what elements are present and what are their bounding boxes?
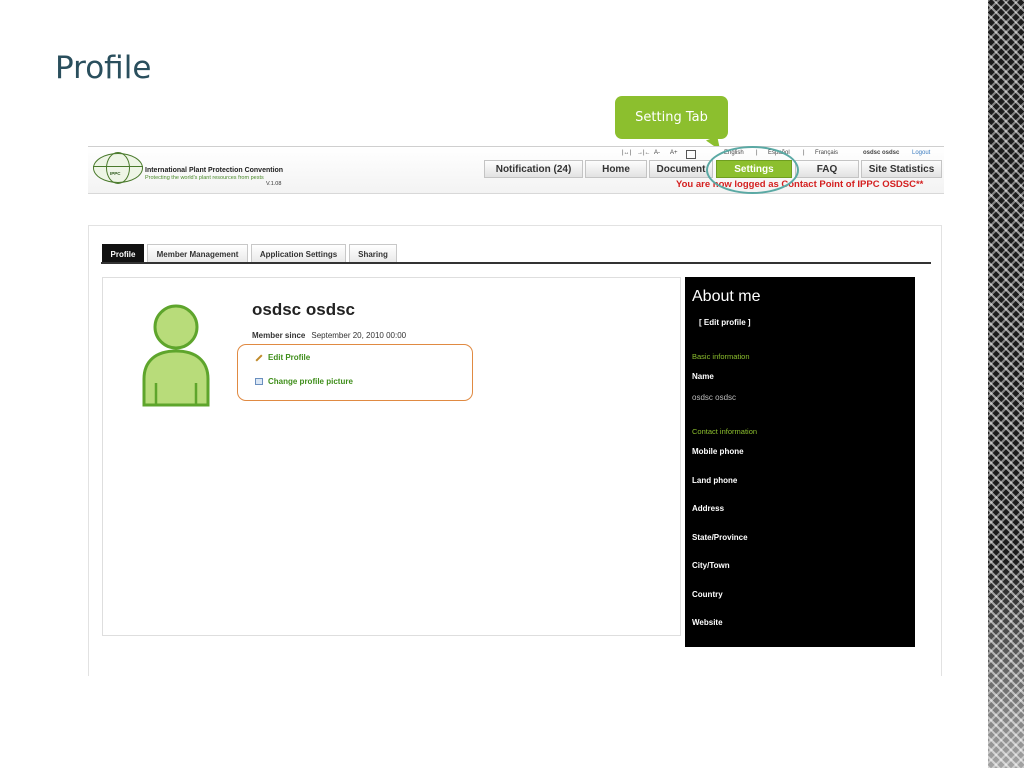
nav-document[interactable]: Document [649, 160, 713, 178]
about-edit-profile-link[interactable]: [ Edit profile ] [699, 318, 751, 327]
setting-tab-callout: Setting Tab [615, 96, 728, 139]
ippc-logo-icon[interactable] [93, 152, 143, 184]
nav-site-statistics[interactable]: Site Statistics [861, 160, 942, 178]
country-label: Country [692, 590, 723, 599]
land-phone-label: Land phone [692, 476, 738, 485]
tab-application-settings[interactable]: Application Settings [251, 244, 346, 263]
lang-francais[interactable]: Français [815, 150, 838, 156]
text-direction-rtl-icon[interactable]: →|← [637, 150, 651, 156]
print-icon[interactable] [686, 150, 696, 159]
about-me-panel: About me [ Edit profile ] Basic informat… [685, 277, 915, 647]
decorative-border [988, 0, 1024, 768]
text-direction-icon[interactable]: |↔| [622, 150, 631, 156]
name-label: Name [692, 372, 714, 381]
font-decrease[interactable]: A- [654, 150, 660, 156]
tab-profile[interactable]: Profile [102, 244, 144, 263]
member-since-value: September 20, 2010 00:00 [311, 331, 407, 340]
header-username: osdsc osdsc [863, 150, 900, 156]
contact-info-heading: Contact information [692, 427, 758, 436]
logout-link[interactable]: Logout [912, 150, 930, 156]
about-title: About me [692, 288, 761, 305]
nav-notification[interactable]: Notification (24) [484, 160, 583, 178]
city-town-label: City/Town [692, 561, 730, 570]
slide-title: Profile [55, 50, 152, 86]
website-label: Website [692, 618, 723, 627]
logo-text: IPPC [110, 171, 121, 176]
org-tagline: Protecting the world's plant resources f… [145, 175, 264, 181]
tab-divider [101, 262, 931, 264]
nav-home[interactable]: Home [585, 160, 647, 178]
profile-actions-highlight [237, 344, 473, 401]
basic-info-heading: Basic information [692, 352, 750, 361]
font-increase[interactable]: A+ [670, 150, 678, 156]
user-avatar-icon [142, 304, 210, 407]
site-version: V.1.08 [266, 181, 282, 187]
lang-separator: | [803, 150, 805, 156]
member-since: Member since September 20, 2010 00:00 [252, 331, 406, 340]
address-label: Address [692, 504, 725, 513]
mobile-phone-label: Mobile phone [692, 447, 744, 456]
tab-member-management[interactable]: Member Management [147, 244, 248, 263]
state-province-label: State/Province [692, 533, 748, 542]
nav-faq[interactable]: FAQ [795, 160, 859, 178]
tab-sharing[interactable]: Sharing [349, 244, 397, 263]
profile-user-name: osdsc osdsc [252, 300, 355, 319]
name-value: osdsc osdsc [692, 393, 737, 402]
settings-highlight-ring [706, 146, 799, 194]
org-name: International Plant Protection Conventio… [145, 167, 284, 174]
member-since-label: Member since [252, 331, 306, 340]
